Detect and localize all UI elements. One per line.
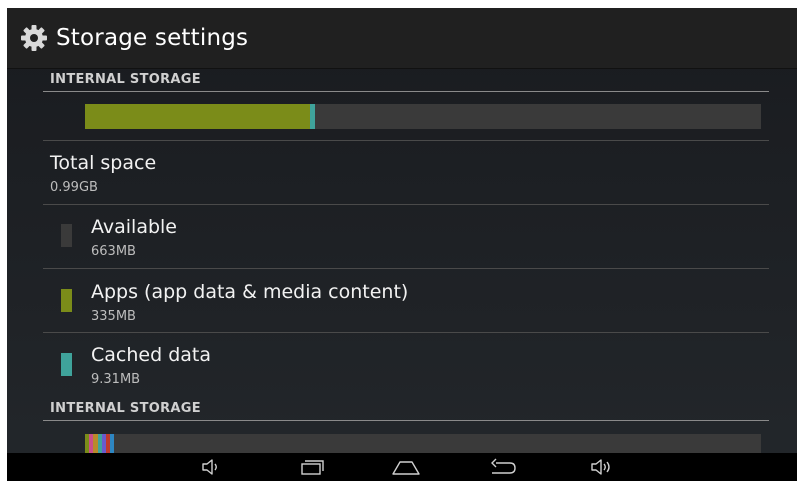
divider — [43, 204, 769, 205]
apps-color-swatch — [61, 289, 72, 312]
gear-icon[interactable] — [19, 23, 49, 53]
section-header-internal-storage: INTERNAL STORAGE — [50, 72, 201, 87]
navigation-bar — [7, 453, 797, 481]
cached-color-swatch — [61, 353, 72, 376]
divider — [43, 140, 769, 141]
cached-value: 9.31MB — [91, 372, 141, 387]
divider — [43, 420, 769, 421]
divider — [43, 91, 769, 92]
divider — [43, 268, 769, 269]
volume-down-icon[interactable] — [200, 456, 222, 478]
volume-up-icon[interactable] — [589, 456, 615, 478]
segment — [110, 434, 114, 453]
total-space-title: Total space — [50, 152, 157, 174]
total-space-value: 0.99GB — [50, 180, 98, 195]
available-value: 663MB — [91, 244, 136, 259]
available-color-swatch — [61, 224, 72, 247]
home-icon[interactable] — [391, 456, 421, 478]
available-title: Available — [91, 216, 178, 238]
page-title: Storage settings — [56, 25, 249, 51]
apps-value: 335MB — [91, 309, 136, 324]
apps-segment — [85, 104, 310, 129]
cached-segment — [310, 104, 315, 129]
divider — [43, 332, 769, 333]
back-icon[interactable] — [488, 456, 518, 478]
apps-title: Apps (app data & media content) — [91, 281, 409, 303]
storage-usage-bar-2 — [85, 434, 761, 453]
cached-title: Cached data — [91, 344, 211, 366]
action-bar: Storage settings — [7, 8, 797, 69]
section-header-internal-storage-2: INTERNAL STORAGE — [50, 401, 201, 416]
recent-apps-icon[interactable] — [298, 456, 326, 478]
storage-usage-bar — [85, 104, 761, 129]
storage-settings-screen: Storage settings INTERNAL STORAGE Total … — [7, 8, 797, 481]
